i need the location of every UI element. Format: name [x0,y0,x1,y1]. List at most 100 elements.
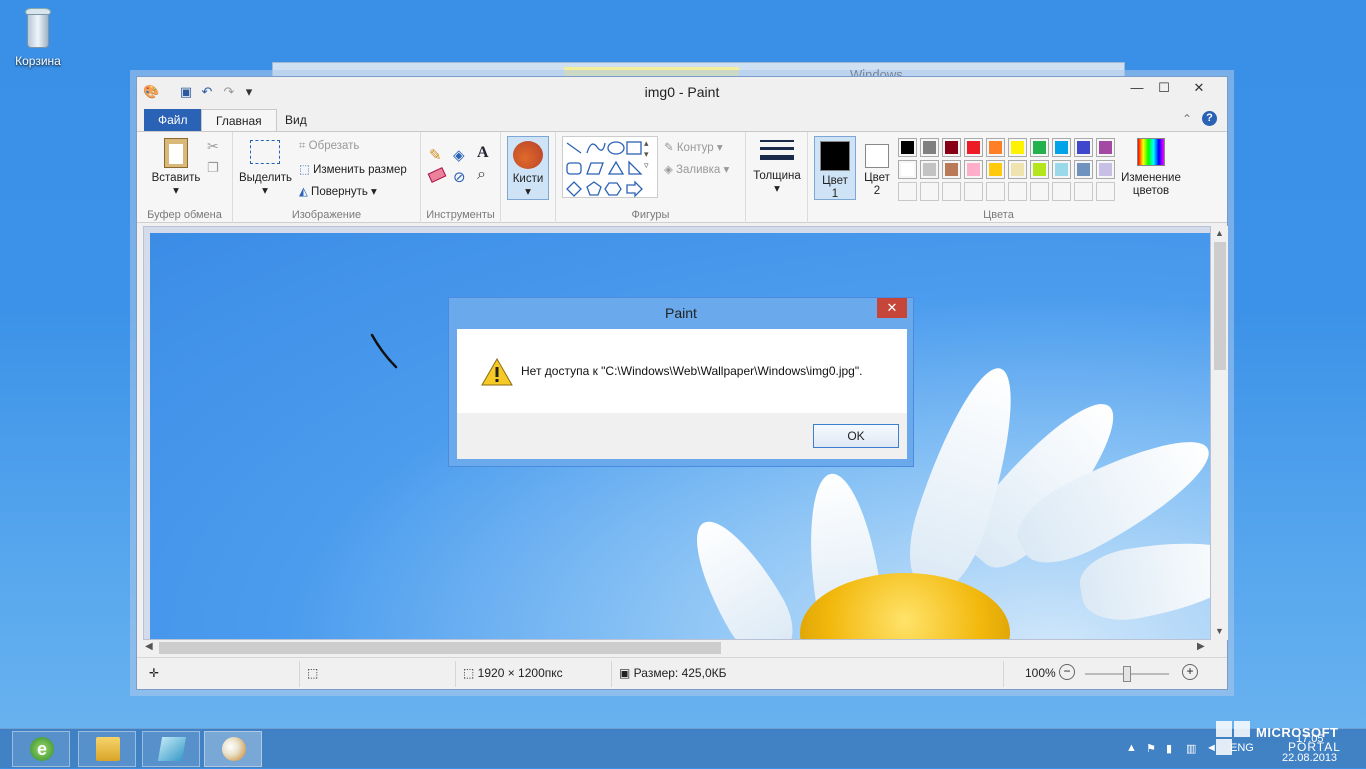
palette-empty-swatch[interactable] [986,182,1005,201]
taskbar-internet-explorer[interactable]: e [12,731,70,767]
thickness-button[interactable]: Толщина ▾ [750,140,804,196]
dialog-message: Нет доступа к "C:\Windows\Web\Wallpaper\… [521,364,863,378]
text-tool-icon[interactable]: A [477,144,489,162]
palette-color-swatch[interactable] [942,160,961,179]
pencil-icon[interactable]: ✎ [429,146,442,164]
color2-button[interactable]: Цвет 2 [858,136,896,200]
paste-button[interactable]: Вставить ▾ [147,138,205,198]
tab-home[interactable]: Главная [201,109,277,131]
scroll-left-icon[interactable]: ◀ [145,641,153,652]
palette-color-swatch[interactable] [1008,138,1027,157]
cursor-position-icon: ✛ [149,666,160,680]
eraser-icon[interactable] [427,167,447,183]
palette-color-swatch[interactable] [898,160,917,179]
crop-icon: ⌗ [299,140,309,152]
tab-view[interactable]: Вид [271,109,321,131]
color1-button[interactable]: Цвет 1 [814,136,856,200]
palette-color-swatch[interactable] [1052,138,1071,157]
recycle-bin-icon [21,6,55,50]
magnifier-icon[interactable]: ⌕ [477,166,486,184]
palette-color-swatch[interactable] [1030,138,1049,157]
palette-color-swatch[interactable] [1008,160,1027,179]
dialog-body: Нет доступа к "C:\Windows\Web\Wallpaper\… [457,329,907,413]
vertical-scrollbar[interactable]: ▲ ▼ [1212,226,1228,640]
maximize-button[interactable]: ☐ [1149,77,1179,99]
color-picker-icon[interactable]: ⊘ [453,168,466,186]
palette-empty-swatch[interactable] [1096,182,1115,201]
palette-empty-swatch[interactable] [1008,182,1027,201]
file-size: ▣ Размер: 425,0КБ [619,666,727,680]
shapes-scroll-icon[interactable]: ▴ ▾ ▿ [644,138,649,171]
help-icon[interactable]: ? [1202,111,1217,126]
crop-button[interactable]: ⌗ Обрезать [299,140,359,153]
palette-color-swatch[interactable] [1074,160,1093,179]
title-bar[interactable]: 🎨 ▣ ↶ ↷ ▾ img0 - Paint — ☐ ✕ [137,77,1227,107]
recycle-bin-desktop-icon[interactable]: Корзина [10,6,66,68]
copy-icon[interactable]: ❐ [207,160,219,176]
palette-empty-swatch[interactable] [1052,182,1071,201]
zoom-in-button[interactable]: + [1182,664,1198,680]
zoom-slider-thumb[interactable] [1123,666,1131,682]
ok-button[interactable]: OK [813,424,899,448]
palette-empty-swatch[interactable] [964,182,983,201]
palette-empty-swatch[interactable] [1030,182,1049,201]
tab-file[interactable]: Файл [144,109,202,131]
outline-icon: ✎ [664,142,677,154]
network-icon[interactable]: ▥ [1186,742,1196,755]
resize-button[interactable]: ⬚ Изменить размер [299,162,407,176]
watermark-logo [1216,721,1252,757]
thickness-group: Толщина ▾ [746,132,808,223]
dialog-footer: OK [457,413,907,459]
action-center-icon[interactable]: ⚑ [1146,742,1156,755]
status-bar: ✛ ⬚ ⬚ 1920 × 1200пкс ▣ Размер: 425,0КБ 1… [137,657,1227,689]
palette-color-swatch[interactable] [920,138,939,157]
scroll-down-icon[interactable]: ▼ [1215,626,1224,636]
collapse-ribbon-icon[interactable]: ⌃ [1182,112,1192,126]
color1-swatch [820,141,850,171]
palette-empty-swatch[interactable] [920,182,939,201]
palette-empty-swatch[interactable] [898,182,917,201]
palette-empty-swatch[interactable] [942,182,961,201]
vertical-scroll-thumb[interactable] [1214,242,1226,370]
palette-color-swatch[interactable] [1052,160,1071,179]
palette-color-swatch[interactable] [1096,138,1115,157]
show-hidden-icons[interactable]: ▲ [1126,742,1137,754]
power-icon[interactable]: ▮ [1166,742,1172,755]
rotate-button[interactable]: ◭ Повернуть ▾ [299,184,377,198]
palette-color-swatch[interactable] [898,138,917,157]
color2-swatch [865,144,889,168]
scroll-right-icon[interactable]: ▶ [1197,641,1205,652]
zoom-out-button[interactable]: − [1059,664,1075,680]
palette-color-swatch[interactable] [964,138,983,157]
scroll-up-icon[interactable]: ▲ [1215,228,1224,238]
outline-button[interactable]: ✎ Контур ▾ [664,140,723,154]
palette-color-swatch[interactable] [920,160,939,179]
palette-color-swatch[interactable] [1074,138,1093,157]
clock-time[interactable]: 17:05 [1296,733,1324,745]
palette-color-swatch[interactable] [986,138,1005,157]
color-palette [898,138,1120,204]
palette-empty-swatch[interactable] [1074,182,1093,201]
brushes-button[interactable]: Кисти ▾ [507,136,549,200]
palette-color-swatch[interactable] [1096,160,1115,179]
clock-date[interactable]: 22.08.2013 [1282,752,1337,764]
palette-color-swatch[interactable] [986,160,1005,179]
horizontal-scrollbar[interactable]: ◀ ▶ [143,640,1211,656]
paint-taskbar-icon [222,737,246,761]
palette-color-swatch[interactable] [1030,160,1049,179]
palette-color-swatch[interactable] [942,138,961,157]
horizontal-scroll-thumb[interactable] [159,642,721,654]
edit-colors-button[interactable]: Изменение цветов [1118,138,1184,198]
taskbar-paint[interactable] [204,731,262,767]
fill-bucket-icon[interactable]: ◈ [453,146,465,164]
cut-icon[interactable]: ✂ [207,138,219,155]
taskbar: e ▲ ⚑ ▮ ▥ ◄ ENG MICROSOFT PORTAL 17:05 2… [0,721,1366,768]
dialog-close-button[interactable]: ✕ [877,298,907,318]
select-button[interactable]: Выделить ▾ [239,140,292,198]
taskbar-file-explorer[interactable] [78,731,136,767]
minimize-button[interactable]: — [1122,77,1152,99]
palette-color-swatch[interactable] [964,160,983,179]
close-button[interactable]: ✕ [1177,77,1221,99]
taskbar-app[interactable] [142,731,200,767]
fill-button[interactable]: ◈ Заливка ▾ [664,162,729,176]
